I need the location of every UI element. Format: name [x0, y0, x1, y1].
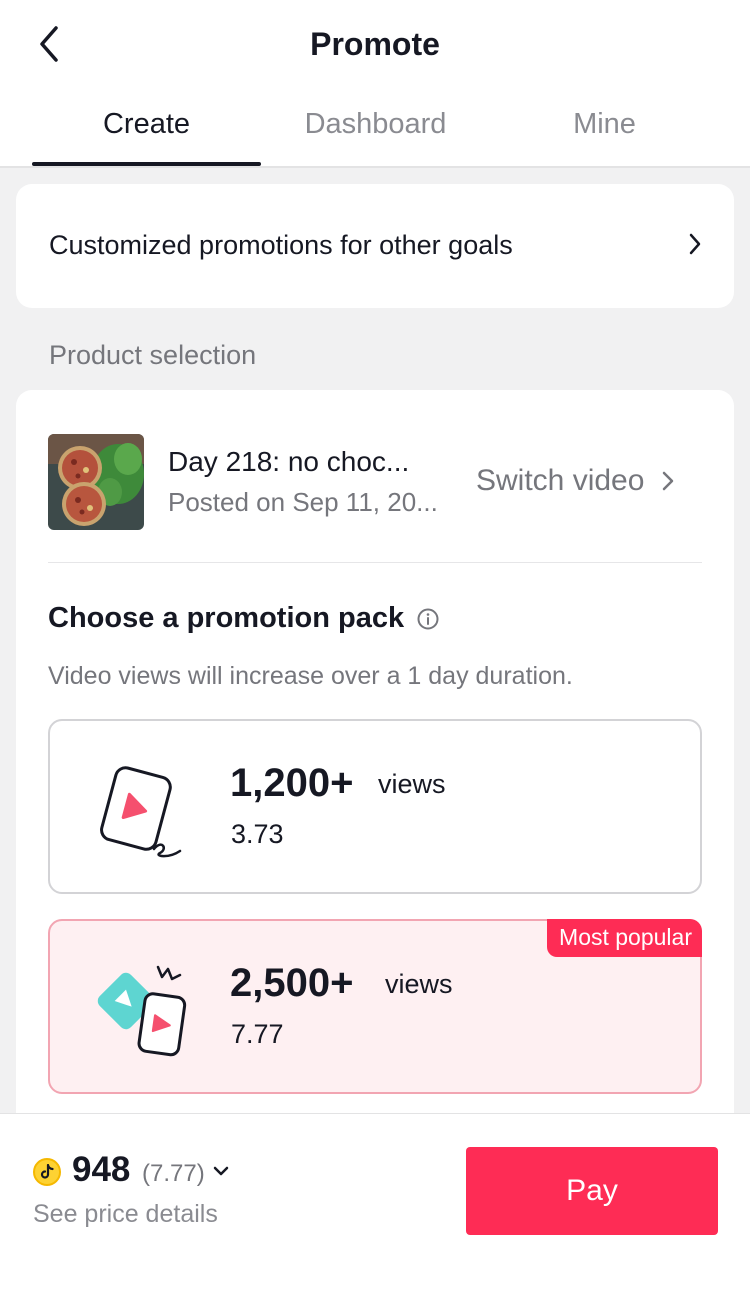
tab-dashboard[interactable]: Dashboard — [261, 108, 490, 141]
pack-views-label: views — [385, 969, 453, 999]
most-popular-badge: Most popular — [547, 919, 702, 957]
tab-mine[interactable]: Mine — [490, 108, 719, 141]
info-icon[interactable] — [416, 607, 440, 631]
pack-price: 3.73 — [231, 819, 284, 849]
custom-goals-row[interactable]: Customized promotions for other goals — [16, 184, 734, 308]
promotion-card: Day 218: no choc... Posted on Sep 11, 20… — [16, 390, 734, 1113]
product-selection-label: Product selection — [49, 340, 257, 370]
promotion-pack-option-selected[interactable]: Most popular 2,500+ views 7.77 — [48, 919, 702, 1094]
promotion-pack-option[interactable]: 1,200+ views 3.73 — [48, 719, 702, 894]
video-thumbnail — [48, 434, 144, 530]
checkout-footer: 948 (7.77) See price details Pay — [0, 1113, 750, 1294]
video-cards-icon — [97, 965, 187, 1057]
promotion-description: Video views will increase over a 1 day d… — [48, 662, 573, 690]
divider — [48, 562, 702, 563]
switch-video-label: Switch video — [476, 464, 645, 497]
scroll-content[interactable]: Customized promotions for other goals Pr… — [0, 168, 750, 1113]
coin-icon — [33, 1158, 61, 1186]
active-tab-indicator — [32, 162, 261, 166]
pack-view-count: 2,500+ — [230, 961, 354, 1005]
pack-views-label: views — [378, 769, 446, 799]
price-details-link[interactable]: See price details — [33, 1200, 218, 1229]
tab-bar: Create Dashboard Mine — [0, 90, 750, 168]
tab-create[interactable]: Create — [32, 108, 261, 141]
custom-goals-label: Customized promotions for other goals — [49, 230, 513, 260]
chevron-down-icon[interactable] — [212, 1164, 230, 1178]
coin-amount: 948 — [72, 1150, 131, 1189]
pay-button[interactable]: Pay — [466, 1147, 718, 1235]
video-title: Day 218: no choc... — [168, 446, 410, 477]
pack-price: 7.77 — [231, 1019, 284, 1049]
chevron-right-icon — [689, 233, 701, 255]
video-post-date: Posted on Sep 11, 20... — [168, 487, 438, 517]
pack-view-count: 1,200+ — [230, 761, 354, 805]
chevron-right-icon — [663, 471, 674, 491]
promotion-pack-heading: Choose a promotion pack — [48, 602, 440, 635]
coin-price: (7.77) — [142, 1160, 205, 1187]
promotion-pack-title: Choose a promotion pack — [48, 602, 405, 634]
page-title: Promote — [310, 26, 440, 62]
switch-video-button[interactable]: Switch video — [476, 464, 680, 498]
video-card-icon — [100, 766, 182, 858]
header: Promote — [0, 0, 750, 90]
